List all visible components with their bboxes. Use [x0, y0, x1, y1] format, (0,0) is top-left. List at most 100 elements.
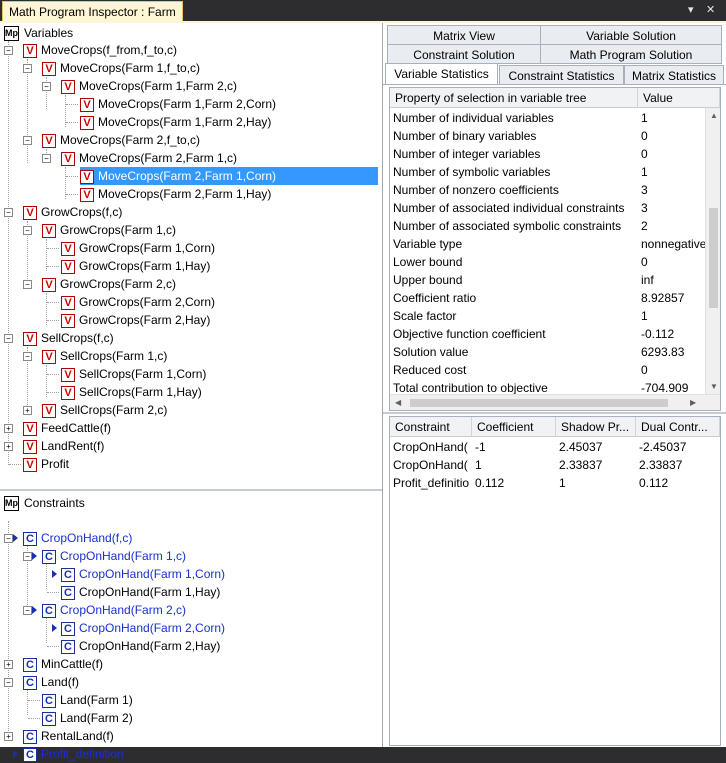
variables-root[interactable]: Mp Variables	[4, 24, 73, 42]
column-header-property[interactable]: Property of selection in variable tree	[390, 88, 638, 108]
scroll-thumb[interactable]	[410, 399, 668, 407]
collapse-icon[interactable]: −	[23, 226, 32, 235]
expand-icon[interactable]: +	[4, 442, 13, 451]
scroll-right-icon[interactable]: ▶	[690, 398, 696, 408]
collapse-icon[interactable]: −	[23, 136, 32, 145]
constraint-grid-cell[interactable]: -2.45037	[636, 438, 720, 456]
stat-value-cell[interactable]: 3	[638, 181, 707, 199]
tab-math-program-solution[interactable]: Math Program Solution	[540, 44, 722, 64]
tab-matrix-statistics[interactable]: Matrix Statistics	[624, 65, 724, 85]
stat-property-cell[interactable]: Objective function coefficient	[390, 325, 639, 343]
stat-property-cell[interactable]: Number of integer variables	[390, 145, 639, 163]
collapse-icon[interactable]: −	[4, 678, 13, 687]
associated-constraints-grid[interactable]: Constraint Coefficient Shadow Pr... Dual…	[389, 416, 721, 746]
collapse-icon[interactable]: −	[4, 334, 13, 343]
tree-node[interactable]: V MoveCrops(Farm 1,Farm 2,c)	[61, 77, 237, 95]
tree-node-selected[interactable]: V MoveCrops(Farm 2,Farm 1,Corn)	[80, 167, 378, 185]
stat-value-cell[interactable]: 3	[638, 199, 707, 217]
collapse-icon[interactable]: −	[42, 82, 51, 91]
tree-node[interactable]: C CropOnHand(Farm 1,Hay)	[61, 583, 220, 601]
stat-property-cell[interactable]: Number of individual variables	[390, 109, 639, 127]
tree-node[interactable]: C CropOnHand(f,c)	[23, 529, 132, 547]
tree-node[interactable]: V Profit	[23, 455, 69, 473]
constraint-grid-cell[interactable]: Profit_definitio	[390, 474, 473, 492]
horizontal-scrollbar[interactable]: ◀ ▶	[390, 394, 720, 410]
tree-node[interactable]: V LandRent(f)	[23, 437, 104, 455]
constraint-grid-cell[interactable]: 0.112	[472, 474, 557, 492]
tree-node[interactable]: C CropOnHand(Farm 2,c)	[42, 601, 186, 619]
expand-icon[interactable]: +	[4, 732, 13, 741]
tree-node[interactable]: V GrowCrops(Farm 1,Corn)	[61, 239, 215, 257]
tree-node[interactable]: V SellCrops(Farm 2,c)	[42, 401, 167, 419]
tree-node[interactable]: V GrowCrops(Farm 1,c)	[42, 221, 176, 239]
tree-node[interactable]: C CropOnHand(Farm 2,Hay)	[61, 637, 220, 655]
stat-value-cell[interactable]: 8.92857	[638, 289, 707, 307]
close-icon[interactable]: ✕	[706, 3, 715, 17]
tree-node[interactable]: V GrowCrops(Farm 2,Hay)	[61, 311, 210, 329]
stat-property-cell[interactable]: Upper bound	[390, 271, 639, 289]
column-header-constraint[interactable]: Constraint	[390, 417, 472, 437]
stat-value-cell[interactable]: 1	[638, 163, 707, 181]
column-header-dual-contribution[interactable]: Dual Contr...	[636, 417, 720, 437]
tree-node[interactable]: C Land(Farm 2)	[42, 709, 133, 727]
constraint-grid-cell[interactable]: 0.112	[636, 474, 720, 492]
stat-value-cell[interactable]: 2	[638, 217, 707, 235]
tab-matrix-view[interactable]: Matrix View	[387, 25, 541, 45]
tree-node[interactable]: C Land(f)	[23, 673, 79, 691]
expand-icon[interactable]: +	[23, 406, 32, 415]
constraint-grid-cell[interactable]: CropOnHand(	[390, 438, 473, 456]
stat-property-cell[interactable]: Coefficient ratio	[390, 289, 639, 307]
tree-node[interactable]: V MoveCrops(Farm 2,Farm 1,Hay)	[80, 185, 271, 203]
variables-tree[interactable]: Mp Variables − V MoveCrops(f_from,f_to,c) …	[0, 23, 380, 488]
expand-icon[interactable]: +	[4, 660, 13, 669]
stat-value-cell[interactable]: inf	[638, 271, 707, 289]
scroll-left-icon[interactable]: ◀	[395, 398, 401, 408]
tree-node[interactable]: C CropOnHand(Farm 2,Corn)	[61, 619, 225, 637]
stat-value-cell[interactable]: -0.112	[638, 325, 707, 343]
column-header-shadow-price[interactable]: Shadow Pr...	[556, 417, 636, 437]
tree-node[interactable]: C Land(Farm 1)	[42, 691, 133, 709]
tree-node[interactable]: V SellCrops(Farm 1,c)	[42, 347, 167, 365]
stat-property-cell[interactable]: Number of associated symbolic constraint…	[390, 217, 639, 235]
tree-node[interactable]: V SellCrops(f,c)	[23, 329, 114, 347]
tree-node[interactable]: C CropOnHand(Farm 1,c)	[42, 547, 186, 565]
tab-constraint-solution[interactable]: Constraint Solution	[387, 44, 541, 64]
window-title-tab[interactable]: Math Program Inspector : Farm	[2, 1, 183, 22]
scroll-down-icon[interactable]: ▼	[710, 382, 718, 392]
constraints-tree[interactable]: Mp Constraints − C CropOnHand(f,c) − C Crop…	[0, 491, 380, 762]
stat-value-cell[interactable]: 1	[638, 109, 707, 127]
collapse-icon[interactable]: −	[23, 280, 32, 289]
scroll-thumb[interactable]	[709, 208, 718, 308]
collapse-icon[interactable]: −	[23, 352, 32, 361]
column-header-coefficient[interactable]: Coefficient	[472, 417, 556, 437]
tab-variable-statistics[interactable]: Variable Statistics	[385, 63, 498, 85]
stat-property-cell[interactable]: Number of symbolic variables	[390, 163, 639, 181]
collapse-icon[interactable]: −	[23, 606, 32, 615]
tab-variable-solution[interactable]: Variable Solution	[540, 25, 722, 45]
collapse-icon[interactable]: −	[23, 552, 32, 561]
tree-node[interactable]: V MoveCrops(Farm 2,f_to,c)	[42, 131, 200, 149]
tree-node[interactable]: C MinCattle(f)	[23, 655, 103, 673]
pin-dropdown-icon[interactable]: ▾	[688, 3, 694, 17]
tree-node[interactable]: V GrowCrops(Farm 1,Hay)	[61, 257, 210, 275]
tree-node[interactable]: V GrowCrops(Farm 2,Corn)	[61, 293, 215, 311]
stat-property-cell[interactable]: Number of nonzero coefficients	[390, 181, 639, 199]
collapse-icon[interactable]: −	[4, 46, 13, 55]
tree-node[interactable]: C Profit_definition	[23, 745, 124, 763]
column-header-value[interactable]: Value	[638, 88, 720, 108]
stat-value-cell[interactable]: 0	[638, 253, 707, 271]
stat-value-cell[interactable]: 0	[638, 361, 707, 379]
tree-node[interactable]: V MoveCrops(Farm 1,Farm 2,Corn)	[80, 95, 276, 113]
tree-node[interactable]: V GrowCrops(Farm 2,c)	[42, 275, 176, 293]
constraint-grid-cell[interactable]: 2.45037	[556, 438, 637, 456]
tree-node[interactable]: V SellCrops(Farm 1,Corn)	[61, 365, 206, 383]
constraint-grid-cell[interactable]: 2.33837	[636, 456, 720, 474]
tree-node[interactable]: V MoveCrops(f_from,f_to,c)	[23, 41, 177, 59]
constraint-grid-cell[interactable]: 2.33837	[556, 456, 637, 474]
stat-value-cell[interactable]: 0	[638, 127, 707, 145]
tab-constraint-statistics[interactable]: Constraint Statistics	[499, 65, 624, 85]
constraint-grid-cell[interactable]: -1	[472, 438, 557, 456]
tree-node[interactable]: C CropOnHand(Farm 1,Corn)	[61, 565, 225, 583]
variable-statistics-grid[interactable]: Property of selection in variable tree V…	[389, 87, 721, 411]
collapse-icon[interactable]: −	[4, 208, 13, 217]
